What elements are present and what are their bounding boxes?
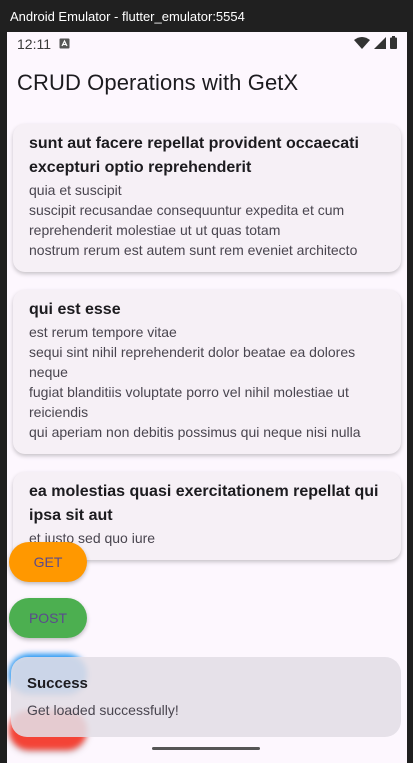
app-bar-title: CRUD Operations with GetX [17,70,299,95]
gesture-nav-handle[interactable] [152,747,260,750]
snackbar-message: Get loaded successfully! [27,702,179,718]
post-title: sunt aut facere repellat provident occae… [29,135,359,176]
snackbar-title: Success [27,675,88,692]
get-button[interactable]: GET [9,542,87,582]
post-title: qui est esse [29,301,121,318]
battery-icon [390,36,397,52]
status-bar: 12:11 [7,32,407,56]
post-body: quia et suscipit suscipit recusandae con… [29,182,358,258]
posts-list[interactable]: sunt aut facere repellat provident occae… [13,124,401,578]
post-button[interactable]: POST [9,598,87,638]
window-title: Android Emulator - flutter_emulator:5554 [10,8,245,24]
notification-a-icon [59,36,70,52]
post-body: est rerum tempore vitae sequi sint nihil… [29,324,361,440]
post-card[interactable]: qui est esse est rerum tempore vitae seq… [13,290,401,454]
emulator-window: Android Emulator - flutter_emulator:5554… [0,0,413,763]
post-title: ea molestias quasi exercitationem repell… [29,483,379,524]
window-titlebar: Android Emulator - flutter_emulator:5554 [0,0,413,32]
get-button-label: GET [33,554,63,570]
post-body: et iusto sed quo iure [29,530,156,546]
post-button-label: POST [28,610,68,626]
snackbar: Success Get loaded successfully! [11,657,401,737]
signal-icon [374,36,386,52]
phone-screen: 12:11 CRUD Operations with GetX sunt aut… [7,32,407,763]
wifi-icon [354,36,370,52]
status-time: 12:11 [17,36,51,52]
post-card[interactable]: sunt aut facere repellat provident occae… [13,124,401,272]
